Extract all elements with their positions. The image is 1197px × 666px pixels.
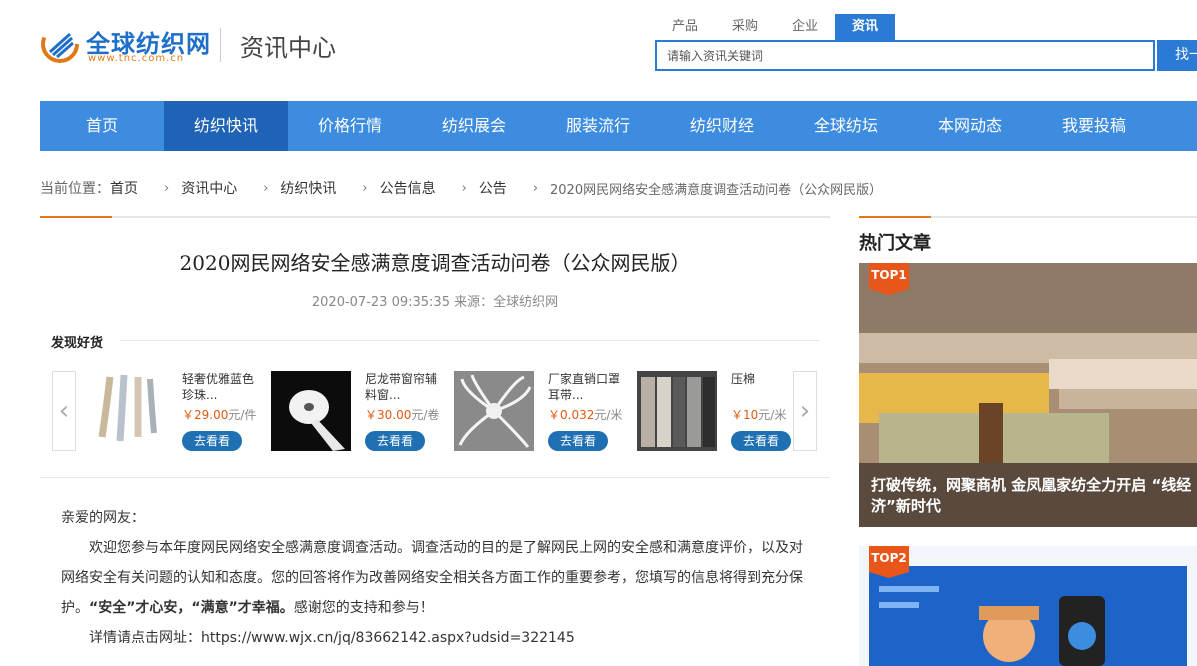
goods-image-ear-loops (454, 371, 534, 451)
article-greeting: 亲爱的网友： (61, 510, 145, 526)
nav-item-submit[interactable]: 我要投稿 (1032, 101, 1156, 151)
nav-item-exhibitions[interactable]: 纺织展会 (412, 101, 536, 151)
search-tabs: 产品 采购 企业 资讯 (655, 14, 895, 40)
top-badge: TOP1 (869, 263, 909, 295)
globe-logo-icon (41, 25, 79, 63)
goods-carousel: 轻奢优雅蓝色珍珠... ￥29.00元/件 去看看 尼龙带窗帘辅料窗... ￥3… (88, 371, 791, 453)
chevron-right-icon: › (362, 180, 368, 196)
section-title: 资讯中心 (240, 34, 336, 62)
goods-view-button[interactable]: 去看看 (731, 431, 791, 451)
nav-item-textile-news[interactable]: 纺织快讯 (164, 101, 288, 151)
search-input[interactable] (665, 48, 1139, 64)
logo-url: www.tnc.com.cn (88, 53, 185, 64)
search-tab-news[interactable]: 资讯 (835, 14, 895, 40)
chevron-right-icon: › (164, 180, 170, 196)
hot-article-image-dashboard (859, 546, 1197, 666)
breadcrumb-textile-news[interactable]: 纺织快讯 (280, 178, 336, 198)
chevron-right-icon: › (461, 180, 467, 196)
survey-link[interactable]: https://www.wjx.cn/jq/83662142.aspx?udsi… (201, 630, 575, 646)
goods-section-title: 发现好货 (51, 336, 104, 351)
breadcrumb-label: 当前位置： (40, 181, 110, 197)
goods-name: 压棉 (731, 372, 756, 386)
breadcrumb-announcements[interactable]: 公告信息 (380, 178, 436, 198)
article-body: 亲爱的网友： 欢迎您参与本年度网民网络安全感满意度调查活动。调查活动的目的是了解… (61, 503, 811, 653)
article-top-rule-accent (40, 216, 112, 218)
nav-item-forum[interactable]: 全球纺坛 (784, 101, 908, 151)
goods-image-tassels (88, 371, 168, 451)
goods-view-button[interactable]: 去看看 (365, 431, 425, 451)
article-paragraph: 欢迎您参与本年度网民网络安全感满意度调查活动。调查活动的目的是了解网民上网的安全… (61, 540, 803, 616)
search-box (655, 40, 1155, 71)
chevron-left-icon: ‹ (58, 396, 70, 426)
chevron-right-icon: › (532, 180, 539, 196)
article-meta: 2020-07-23 09:35:35 来源：全球纺织网 (311, 295, 559, 310)
goods-image-tape-roll (271, 371, 351, 451)
goods-view-button[interactable]: 去看看 (182, 431, 242, 451)
main-nav: 首页 纺织快讯 价格行情 纺织展会 服装流行 纺织财经 全球纺坛 本网动态 我要… (40, 101, 1197, 151)
goods-item[interactable]: 轻奢优雅蓝色珍珠... ￥29.00元/件 去看看 (88, 371, 263, 453)
sidebar-top-rule-accent (859, 216, 931, 218)
breadcrumb: 当前位置： 首页 › 资讯中心 › 纺织快讯 › 公告信息 › 公告 › 202… (40, 178, 882, 198)
search-tab-products[interactable]: 产品 (655, 14, 715, 40)
goods-price: ￥10元/米 (731, 408, 787, 422)
breadcrumb-news-center[interactable]: 资讯中心 (181, 178, 237, 198)
top-badge: TOP2 (869, 546, 909, 578)
goods-prev-button[interactable]: ‹ (52, 371, 76, 451)
nav-item-prices[interactable]: 价格行情 (288, 101, 412, 151)
goods-name: 轻奢优雅蓝色珍珠... (182, 372, 255, 402)
breadcrumb-current: 2020网民网络安全感满意度调查活动问卷（公众网民版） (550, 182, 883, 198)
article-link-line: 详情请点击网址：https://www.wjx.cn/jq/83662142.a… (89, 630, 575, 646)
nav-item-home[interactable]: 首页 (40, 101, 164, 151)
goods-view-button[interactable]: 去看看 (548, 431, 608, 451)
nav-item-site-news[interactable]: 本网动态 (908, 101, 1032, 151)
search-tab-purchase[interactable]: 采购 (715, 14, 775, 40)
article-top-rule (40, 216, 830, 218)
goods-image-padded-fabric (637, 371, 717, 451)
hot-article-1[interactable]: TOP1 打破传统，网聚商机 金凤凰家纺全力开启 “线经济”新时代 (859, 263, 1197, 527)
goods-item[interactable]: 压棉 ￥10元/米 去看看 (637, 371, 812, 453)
goods-name: 厂家直销口罩耳带... (548, 372, 621, 402)
goods-title-rule (120, 340, 820, 341)
article-title: 2020网民网络安全感满意度调查活动问卷（公众网民版） (179, 251, 691, 275)
goods-name: 尼龙带窗帘辅料窗... (365, 372, 438, 402)
goods-price: ￥30.00元/卷 (365, 408, 440, 422)
search-button[interactable]: 找一 (1157, 40, 1197, 71)
goods-bottom-rule (40, 477, 830, 478)
nav-item-fashion[interactable]: 服装流行 (536, 101, 660, 151)
breadcrumb-notice[interactable]: 公告 (479, 178, 507, 198)
goods-item[interactable]: 尼龙带窗帘辅料窗... ￥30.00元/卷 去看看 (271, 371, 446, 453)
goods-price: ￥0.032元/米 (548, 408, 623, 422)
nav-item-finance[interactable]: 纺织财经 (660, 101, 784, 151)
chevron-right-icon: › (263, 180, 269, 196)
search-tab-companies[interactable]: 企业 (775, 14, 835, 40)
site-logo[interactable]: 全球纺织网 www.tnc.com.cn (40, 22, 210, 68)
goods-price: ￥29.00元/件 (182, 408, 257, 422)
hot-article-caption: 打破传统，网聚商机 金凤凰家纺全力开启 “线经济”新时代 (871, 476, 1192, 515)
hot-article-2[interactable]: TOP2 (859, 546, 1197, 666)
header-divider (220, 28, 221, 62)
sidebar-title: 热门文章 (859, 233, 931, 254)
goods-item[interactable]: 厂家直销口罩耳带... ￥0.032元/米 去看看 (454, 371, 629, 453)
breadcrumb-home[interactable]: 首页 (110, 178, 138, 198)
